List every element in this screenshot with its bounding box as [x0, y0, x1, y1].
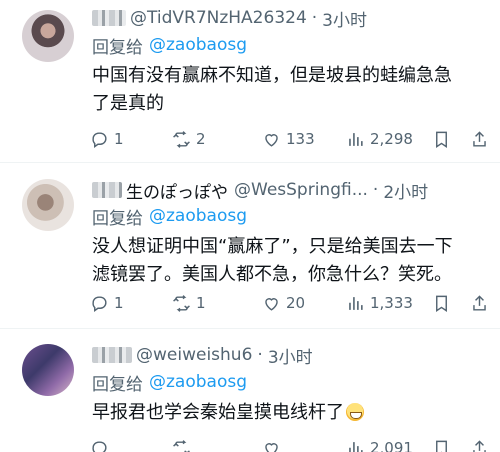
- tweet-text-line: 滤镜罢了。美国人都不急，你急什么？笑死。: [92, 264, 452, 285]
- tweet-text: 没人想证明中国“赢麻了”，只是给美国去一下 滤镜罢了。美国人都不急，你急什么？笑…: [92, 233, 486, 289]
- like-button[interactable]: [262, 435, 286, 452]
- retweet-button[interactable]: 1: [172, 290, 206, 316]
- action-bar: 1 2 133 2,298: [86, 126, 490, 152]
- share-button[interactable]: [470, 435, 489, 452]
- share-button[interactable]: [470, 126, 489, 152]
- tweet-text: 早报君也学会秦始皇摸电线杆了: [92, 399, 486, 427]
- reply-tweet[interactable]: 生のぽっぽや @WesSpringfi... · 2小时 回复给 @zaobao…: [0, 163, 500, 329]
- retweet-count: 1: [196, 294, 206, 312]
- display-name[interactable]: 生のぽっぽや: [126, 178, 228, 203]
- share-icon: [473, 294, 486, 311]
- views-button[interactable]: 1,333: [346, 290, 413, 316]
- action-bar: 1 1 20 1,333: [86, 290, 490, 316]
- tweet-text-line: 没人想证明中国“赢麻了”，只是给美国去一下: [92, 236, 453, 257]
- like-count: 20: [286, 294, 306, 312]
- avatar[interactable]: [22, 10, 74, 62]
- heart-icon: [265, 442, 278, 452]
- views-count: 1,333: [370, 294, 413, 312]
- mention-link[interactable]: @zaobaosg: [149, 206, 247, 226]
- reply-tweet[interactable]: @TidVR7NzHA26324 · 3小时 回复给 @zaobaosg 中国有…: [0, 0, 500, 163]
- bookmark-button[interactable]: [432, 290, 451, 316]
- grinning-face-emoji: [346, 403, 364, 421]
- like-button[interactable]: 20: [262, 290, 305, 316]
- reply-count: 1: [114, 130, 124, 148]
- reply-tweet[interactable]: @weiweishu6 · 3小时 回复给 @zaobaosg 早报君也学会秦始…: [0, 329, 500, 452]
- reply-to-line: 回复给 @zaobaosg: [92, 34, 247, 58]
- action-bar: 2,091: [86, 435, 490, 452]
- retweet-icon: [173, 294, 190, 312]
- retweet-icon: [173, 130, 190, 148]
- blurred-display-name[interactable]: [92, 10, 126, 26]
- avatar[interactable]: [22, 344, 74, 396]
- timestamp[interactable]: 3小时: [322, 6, 367, 31]
- heart-icon: [265, 133, 278, 147]
- reply-count: 1: [114, 294, 124, 312]
- avatar[interactable]: [22, 179, 74, 231]
- like-count: 133: [286, 130, 315, 148]
- reply-icon: [92, 295, 107, 312]
- separator-dot: ·: [311, 8, 318, 28]
- tweet-text: 中国有没有赢麻不知道，但是坡县的蛙编急急 了是真的: [92, 62, 486, 118]
- reply-button[interactable]: 1: [90, 126, 124, 152]
- tweet-text-line: 了是真的: [92, 93, 164, 114]
- retweet-count: 2: [196, 130, 206, 148]
- views-count: 2,091: [370, 439, 413, 452]
- user-handle[interactable]: @WesSpringfi...: [234, 180, 368, 200]
- reply-button[interactable]: 1: [90, 290, 124, 316]
- user-handle[interactable]: @TidVR7NzHA26324: [130, 8, 307, 28]
- separator-dot: ·: [372, 180, 379, 200]
- user-handle[interactable]: @weiweishu6: [136, 345, 252, 365]
- bookmark-button[interactable]: [432, 126, 451, 152]
- heart-icon: [265, 297, 278, 311]
- tweet-header: @weiweishu6 · 3小时: [92, 343, 490, 367]
- reply-icon: [92, 440, 107, 452]
- bookmark-icon: [436, 131, 447, 148]
- retweet-button[interactable]: [172, 435, 196, 452]
- reply-button[interactable]: [90, 435, 114, 452]
- tweet-text-line: 中国有没有赢麻不知道，但是坡县的蛙编急急: [92, 65, 452, 86]
- views-icon: [349, 441, 363, 452]
- retweet-button[interactable]: 2: [172, 126, 206, 152]
- bookmark-icon: [436, 295, 447, 312]
- reply-prefix: 回复给: [92, 208, 143, 229]
- mention-link[interactable]: @zaobaosg: [149, 372, 247, 392]
- tweet-text-line: 早报君也学会秦始皇摸电线杆了: [92, 399, 486, 427]
- tweet-header: 生のぽっぽや @WesSpringfi... · 2小时: [92, 178, 490, 202]
- reply-icon: [92, 131, 107, 148]
- tweet-header: @TidVR7NzHA26324 · 3小时: [92, 6, 490, 30]
- views-icon: [349, 132, 363, 146]
- bookmark-button[interactable]: [432, 435, 451, 452]
- share-button[interactable]: [470, 290, 489, 316]
- blurred-display-name[interactable]: [92, 182, 122, 198]
- reply-to-line: 回复给 @zaobaosg: [92, 205, 247, 229]
- share-icon: [473, 439, 486, 452]
- timestamp[interactable]: 2小时: [383, 178, 428, 203]
- tweet-text-content: 早报君也学会秦始皇摸电线杆了: [92, 402, 344, 423]
- views-button[interactable]: 2,091: [346, 435, 413, 452]
- separator-dot: ·: [257, 345, 263, 365]
- reply-prefix: 回复给: [92, 37, 143, 58]
- reply-feed: @TidVR7NzHA26324 · 3小时 回复给 @zaobaosg 中国有…: [0, 0, 500, 452]
- bookmark-icon: [436, 440, 447, 452]
- views-count: 2,298: [370, 130, 413, 148]
- blurred-display-name[interactable]: [92, 347, 132, 363]
- retweet-icon: [173, 439, 190, 452]
- reply-prefix: 回复给: [92, 374, 143, 395]
- like-button[interactable]: 133: [262, 126, 315, 152]
- mention-link[interactable]: @zaobaosg: [149, 35, 247, 55]
- reply-to-line: 回复给 @zaobaosg: [92, 371, 247, 395]
- views-icon: [349, 296, 363, 310]
- share-icon: [473, 130, 486, 147]
- views-button[interactable]: 2,298: [346, 126, 413, 152]
- timestamp[interactable]: 3小时: [268, 343, 313, 368]
